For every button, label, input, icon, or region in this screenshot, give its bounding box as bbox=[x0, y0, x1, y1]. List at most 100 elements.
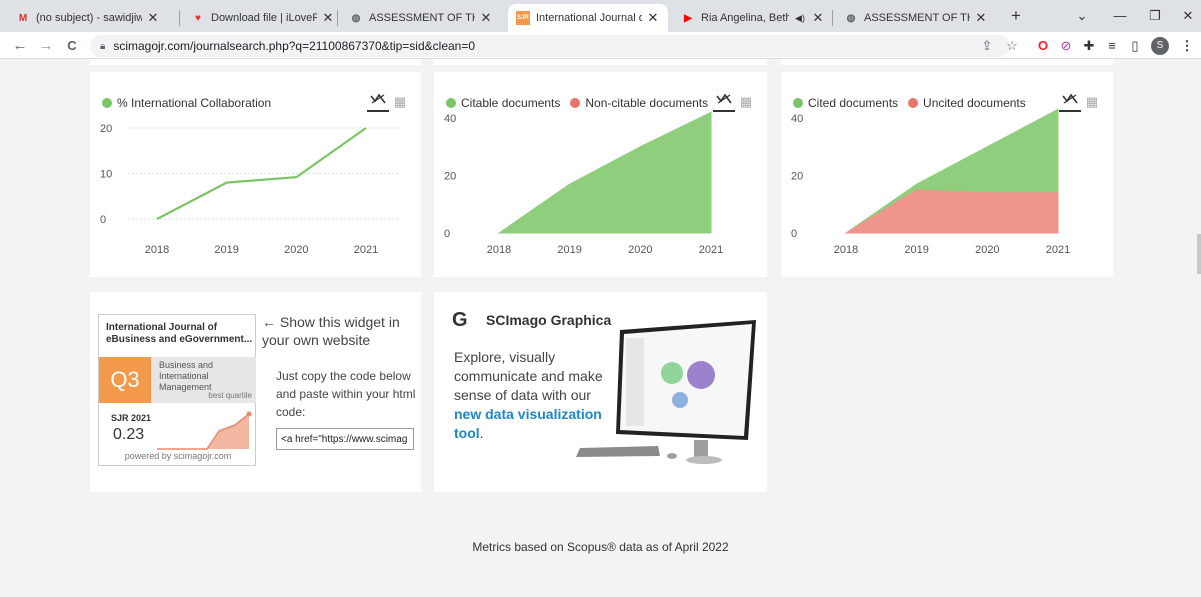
browser-tab[interactable]: SJR International Journal of eB ✕ bbox=[508, 4, 668, 32]
table-view-icon[interactable]: ▦ bbox=[1081, 92, 1103, 112]
legend-dot-icon bbox=[102, 98, 112, 108]
chart-line-glyph bbox=[716, 93, 732, 104]
browser-tab[interactable]: ◍ ASSESSMENT OF THE COM ✕ bbox=[836, 4, 996, 32]
browser-toolbar: ← → C 🔒︎ scimagojr.com/journalsearch.php… bbox=[0, 32, 1201, 59]
tab-close-icon[interactable]: ✕ bbox=[146, 10, 160, 26]
monitor-illustration bbox=[576, 320, 756, 464]
tab-close-icon[interactable]: ✕ bbox=[479, 10, 493, 26]
minimize-icon[interactable]: — bbox=[1110, 6, 1130, 26]
tab-title: (no subject) - sawidjiw@pp bbox=[36, 12, 142, 24]
chart-view-icon[interactable] bbox=[367, 92, 389, 112]
legend-item[interactable]: Non-citable documents bbox=[570, 96, 708, 110]
legend-label: Citable documents bbox=[461, 96, 561, 110]
browser-tab[interactable]: ♥ Download file | iLovePDF ✕ bbox=[183, 4, 343, 32]
opera-extension-icon[interactable]: O bbox=[1034, 37, 1052, 55]
chart-view-toggle: ▦ bbox=[367, 92, 411, 112]
scopus-metrics-note: Metrics based on Scopus® data as of Apri… bbox=[472, 540, 729, 554]
forward-icon[interactable]: → bbox=[36, 36, 56, 56]
table-view-icon[interactable]: ▦ bbox=[735, 92, 757, 112]
tab-close-icon[interactable]: ✕ bbox=[321, 10, 335, 26]
tab-title: Download file | iLovePDF bbox=[211, 12, 317, 24]
tab-title: ASSESSMENT OF THE COM bbox=[369, 12, 475, 24]
x-tick-label: 2020 bbox=[628, 244, 652, 256]
tab-strip: M (no subject) - sawidjiw@pp ✕ ♥ Download fi… bbox=[0, 0, 1201, 32]
x-tick-label: 2018 bbox=[487, 244, 511, 256]
y-tick-label: 20 bbox=[791, 171, 803, 183]
page-content: 0 10 20 2018 2019 2020 2021% International Col… bbox=[0, 59, 1201, 597]
card-edge bbox=[781, 59, 1113, 65]
legend-item[interactable]: Uncited documents bbox=[908, 96, 1026, 110]
share-icon[interactable]: ⇪ bbox=[978, 37, 996, 55]
x-tick-label: 2019 bbox=[214, 244, 238, 256]
ilovepdf-icon: ♥ bbox=[195, 12, 201, 24]
legend-label: Cited documents bbox=[808, 96, 899, 110]
widget-best-quartile: best quartile bbox=[208, 391, 252, 400]
new-tab-button[interactable]: + bbox=[1006, 6, 1026, 26]
y-tick-label: 10 bbox=[100, 169, 112, 181]
legend-item[interactable]: % International Collaboration bbox=[102, 96, 271, 110]
browser-tab[interactable]: ▶ Ria Angelina, Betharia ◀) ✕ bbox=[673, 4, 833, 32]
card-edge bbox=[90, 59, 421, 65]
chart-line-glyph bbox=[1062, 93, 1078, 104]
side-panel-icon[interactable]: ▯ bbox=[1126, 37, 1144, 55]
widget-journal-title: International Journal of eBusiness and e… bbox=[106, 322, 253, 345]
scrollbar-thumb[interactable] bbox=[1197, 234, 1201, 274]
reading-list-icon[interactable]: ≡ bbox=[1103, 37, 1121, 55]
mouse bbox=[667, 453, 677, 459]
graphica-card: G SCImago Graphica Explore, visually com… bbox=[434, 292, 767, 492]
legend-dot-icon bbox=[793, 98, 803, 108]
x-tick-label: 2021 bbox=[1046, 244, 1070, 256]
sparkline-endpoint bbox=[246, 411, 252, 417]
reload-icon[interactable]: C bbox=[62, 36, 82, 56]
y-tick-label: 0 bbox=[100, 214, 106, 226]
bookmark-star-icon[interactable]: ☆ bbox=[1003, 37, 1021, 55]
tab-separator bbox=[179, 10, 180, 26]
window-close-icon[interactable]: ✕ bbox=[1178, 6, 1198, 26]
tab-audio-icon[interactable]: ◀) bbox=[793, 13, 807, 24]
x-tick-label: 2020 bbox=[284, 244, 308, 256]
intl-collaboration-chart-card: 0 10 20 2018 2019 2020 2021 % International Col… bbox=[90, 72, 421, 277]
restore-icon[interactable]: ❐ bbox=[1145, 6, 1165, 26]
chart-view-icon[interactable] bbox=[1059, 92, 1081, 112]
extensions-puzzle-icon[interactable]: ✚ bbox=[1080, 37, 1098, 55]
graphica-logo: G bbox=[452, 309, 468, 331]
chart-legend: Citable documents Non-citable documents bbox=[446, 96, 718, 110]
table-view-icon[interactable]: ▦ bbox=[389, 92, 411, 112]
y-tick-label: 20 bbox=[444, 171, 456, 183]
tab-close-icon[interactable]: ✕ bbox=[646, 10, 660, 26]
cited-documents-chart-card: 0 20 40 2018 2019 2020 2021 Cited documents Unci… bbox=[781, 72, 1113, 277]
block-extension-icon[interactable]: ⊘ bbox=[1057, 37, 1075, 55]
address-bar[interactable]: 🔒︎ scimagojr.com/journalsearch.php?q=211… bbox=[90, 35, 1010, 57]
widget-quartile: Q3 bbox=[99, 357, 151, 403]
sjr-widget[interactable]: International Journal of eBusiness and e… bbox=[98, 314, 256, 466]
y-tick-label: 20 bbox=[100, 123, 112, 135]
x-tick-label: 2019 bbox=[557, 244, 581, 256]
back-icon[interactable]: ← bbox=[10, 36, 30, 56]
legend-dot-icon bbox=[446, 98, 456, 108]
chart-view-icon[interactable] bbox=[713, 92, 735, 112]
x-tick-label: 2018 bbox=[145, 244, 169, 256]
tab-close-icon[interactable]: ✕ bbox=[974, 10, 988, 26]
tab-separator bbox=[337, 10, 338, 26]
legend-item[interactable]: Citable documents bbox=[446, 96, 560, 110]
monitor-base bbox=[686, 456, 722, 464]
browser-tab[interactable]: ◍ ASSESSMENT OF THE COM ✕ bbox=[341, 4, 501, 32]
tab-search-icon[interactable]: ⌄ bbox=[1072, 6, 1092, 26]
gmail-icon: M bbox=[18, 12, 28, 24]
tab-separator bbox=[832, 10, 833, 26]
widget-code-field[interactable] bbox=[276, 428, 414, 450]
chart-view-toggle: ▦ bbox=[1059, 92, 1103, 112]
browser-tab[interactable]: M (no subject) - sawidjiw@pp ✕ bbox=[8, 4, 168, 32]
y-tick-label: 40 bbox=[791, 113, 803, 125]
chart-view-toggle: ▦ bbox=[713, 92, 757, 112]
legend-item[interactable]: Cited documents bbox=[793, 96, 898, 110]
profile-avatar[interactable]: S bbox=[1151, 37, 1169, 55]
widget-sjr-value: 0.23 bbox=[113, 426, 145, 443]
tab-close-icon[interactable]: ✕ bbox=[811, 10, 825, 26]
x-tick-label: 2018 bbox=[834, 244, 858, 256]
menu-icon[interactable]: ⋮ bbox=[1178, 37, 1196, 55]
chart-line-glyph bbox=[370, 93, 386, 104]
x-tick-label: 2021 bbox=[699, 244, 723, 256]
widget-show-text: ← Show this widget in your own website bbox=[262, 314, 400, 348]
widget-category-label: Business and International Management bbox=[159, 360, 214, 392]
